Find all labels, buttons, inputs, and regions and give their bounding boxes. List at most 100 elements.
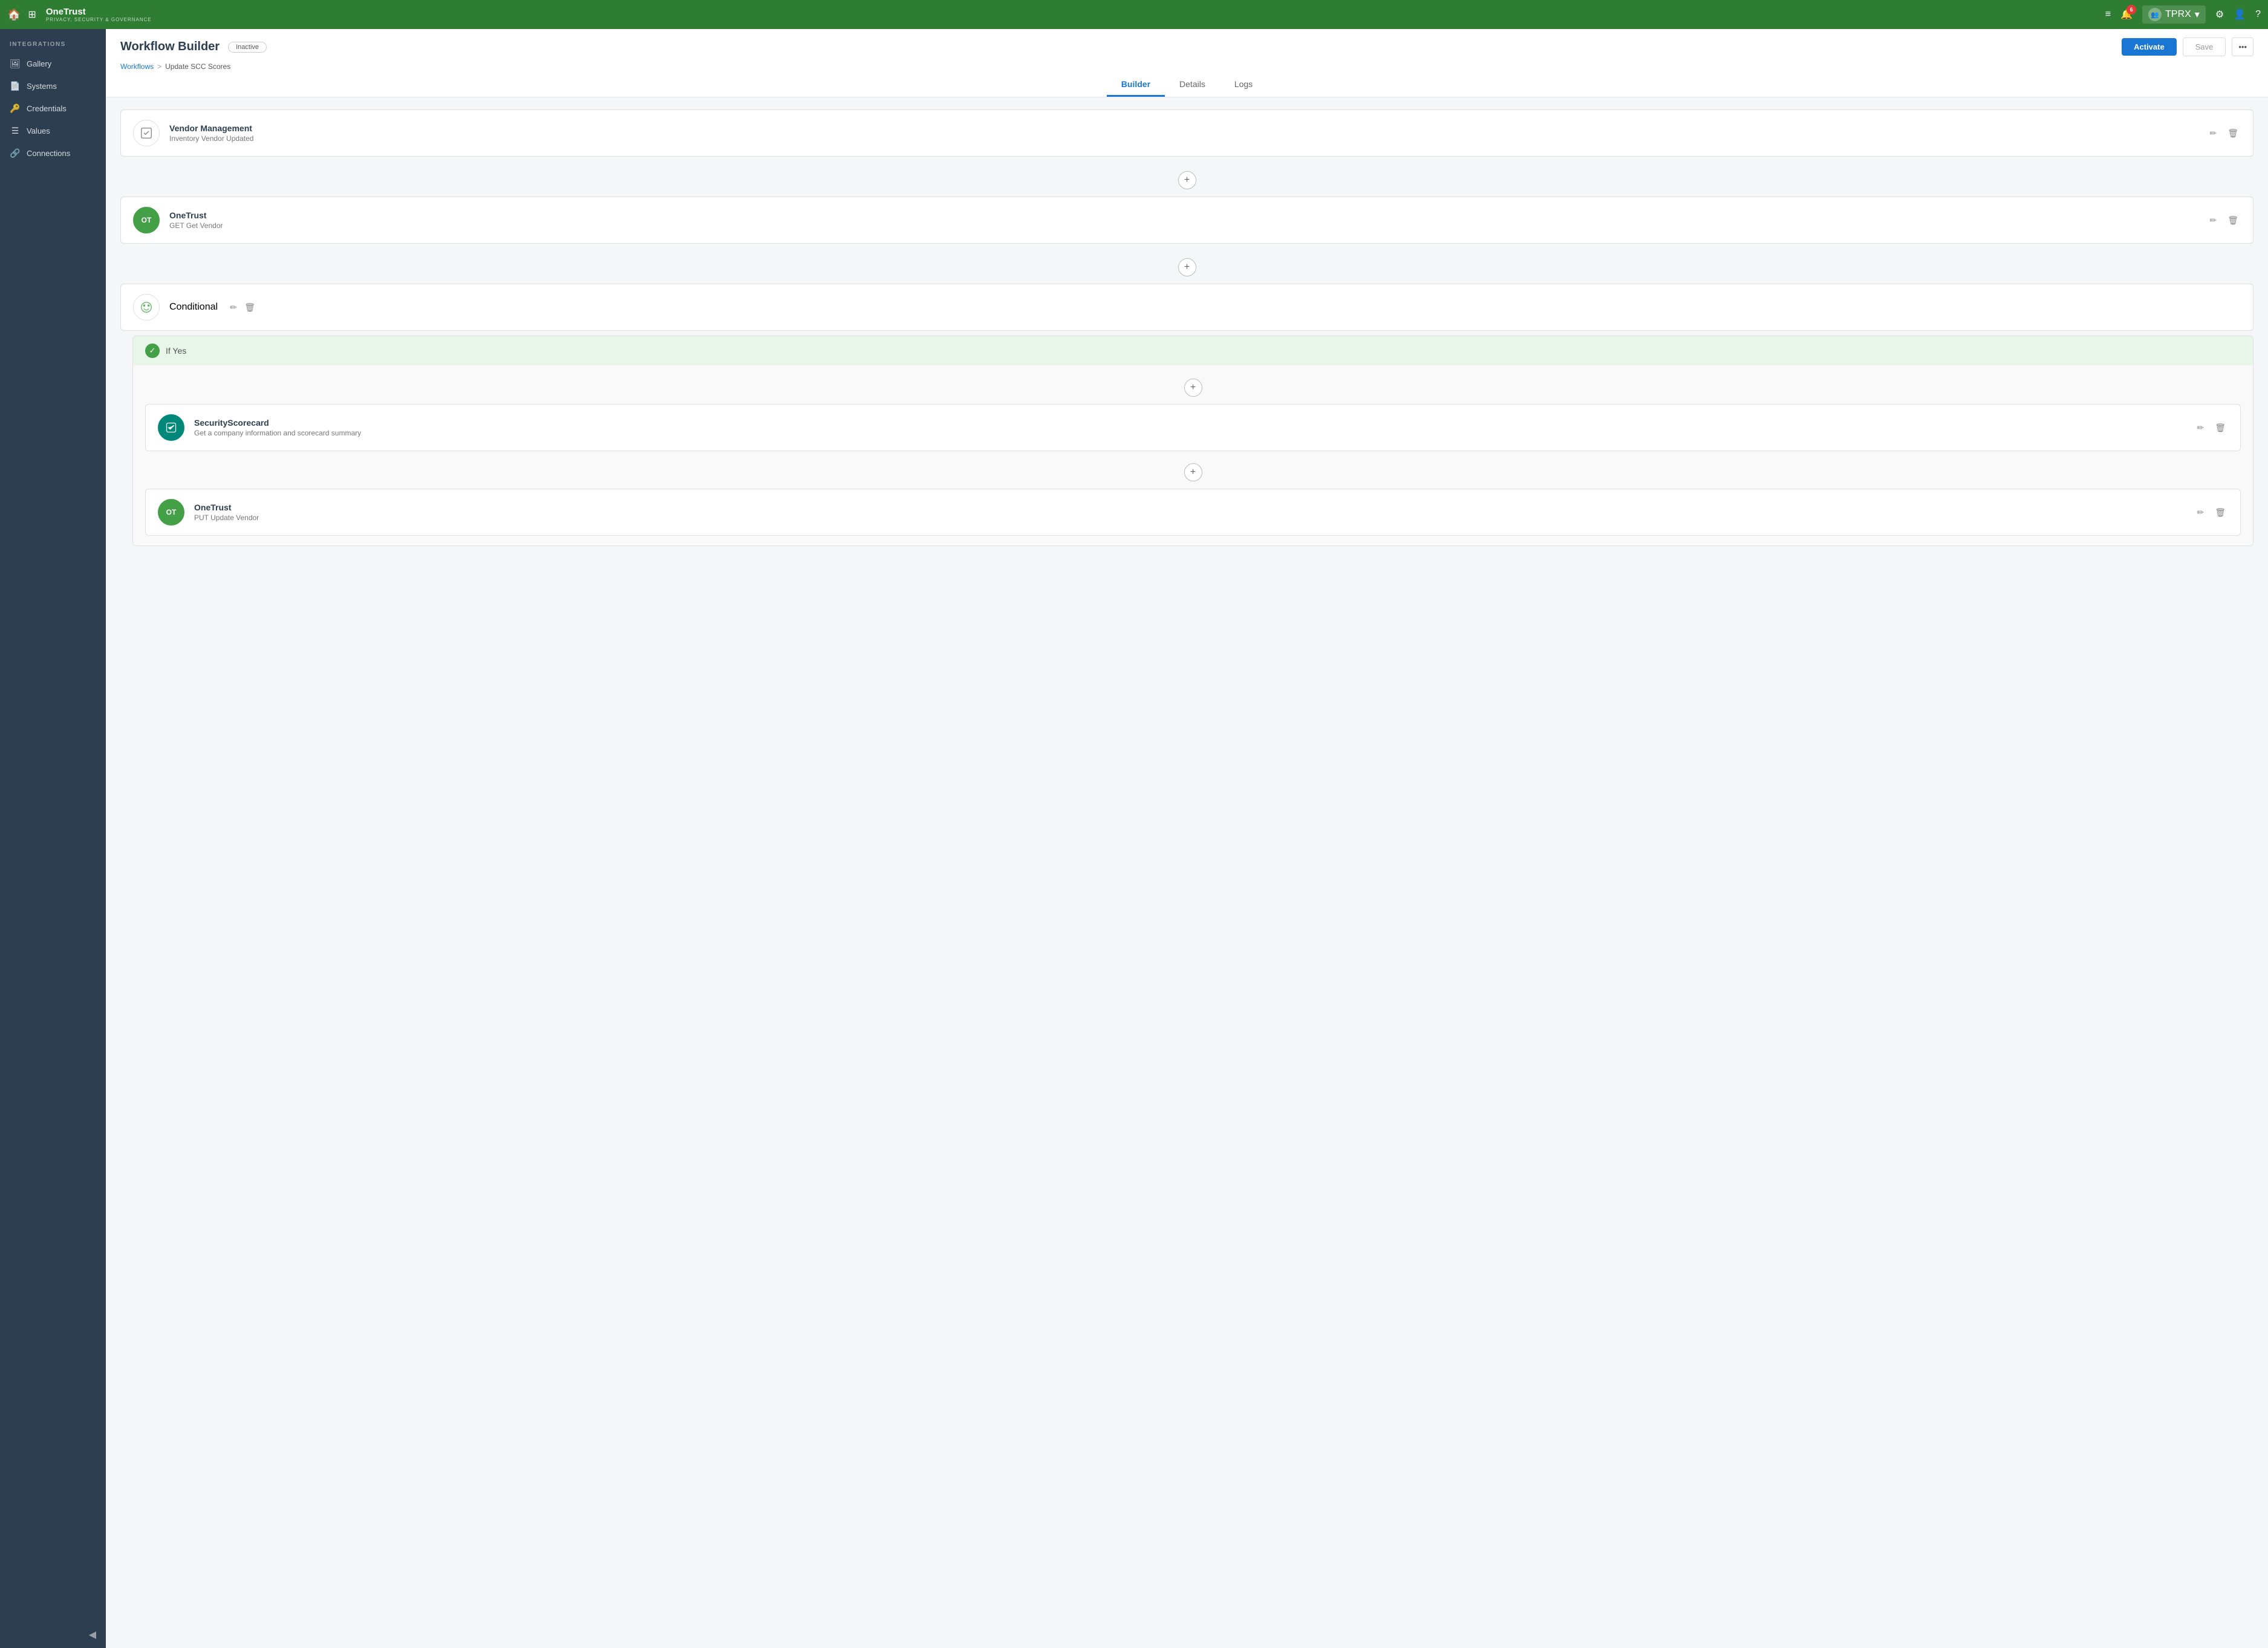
onetrust1-icon: OT: [133, 207, 160, 233]
onetrust1-delete-button[interactable]: 🗑: [2225, 213, 2241, 228]
vendor-management-icon: [133, 120, 160, 146]
credentials-icon: 🔑: [10, 103, 21, 114]
sidebar-item-connections[interactable]: 🔗 Connections: [0, 142, 106, 164]
values-icon: ☰: [10, 126, 21, 136]
user-area[interactable]: 👥 TPRX ▾: [2142, 5, 2206, 24]
onetrust1-card-title: OneTrust: [169, 210, 2197, 220]
sidebar-item-credentials[interactable]: 🔑 Credentials: [0, 97, 106, 120]
sidebar-item-systems[interactable]: 📄 Systems: [0, 75, 106, 97]
gallery-icon: 🖼: [10, 59, 21, 69]
branch-content: + Sec: [133, 365, 2253, 546]
workflow-card-scorecard: SecurityScorecard Get a company informat…: [145, 404, 2241, 451]
vendor-delete-button[interactable]: 🗑: [2225, 126, 2241, 141]
breadcrumb-current: Update SCC Scores: [165, 62, 230, 71]
onetrust2-card-subtitle: PUT Update Vendor: [194, 513, 2185, 522]
vendor-card-subtitle: Inventory Vendor Updated: [169, 134, 2197, 143]
step-conditional: Conditional ✏ 🗑 ✓ If Yes: [120, 284, 2253, 546]
activate-button[interactable]: Activate: [2122, 38, 2177, 56]
scorecard-card-info: SecurityScorecard Get a company informat…: [194, 418, 2185, 437]
user-label: TPRX: [2165, 9, 2191, 20]
onetrust2-icon: OT: [158, 499, 184, 526]
tab-logs[interactable]: Logs: [1220, 73, 1267, 97]
conditional-icon: [133, 294, 160, 321]
header-actions: Activate Save •••: [2122, 37, 2253, 56]
scorecard-card-title: SecurityScorecard: [194, 418, 2185, 428]
brand-logo: OneTrust PRIVACY, SECURITY & GOVERNANCE: [46, 7, 152, 22]
conditional-card: Conditional ✏ 🗑: [120, 284, 2253, 331]
onetrust1-card-subtitle: GET Get Vendor: [169, 221, 2197, 230]
step-onetrust-1: OT OneTrust GET Get Vendor ✏ 🗑: [120, 197, 2253, 244]
branch-add-step-button-2[interactable]: +: [1184, 463, 1202, 481]
add-step-button-1[interactable]: +: [1178, 171, 1196, 189]
scorecard-delete-button[interactable]: 🗑: [2212, 420, 2228, 435]
branch-header: ✓ If Yes: [133, 336, 2253, 365]
scorecard-icon: [158, 414, 184, 441]
branch-check-icon: ✓: [145, 344, 160, 358]
breadcrumb: Workflows > Update SCC Scores: [120, 62, 2253, 71]
sidebar-item-label-values: Values: [27, 126, 50, 135]
branch-if-yes-container: ✓ If Yes +: [132, 336, 2253, 546]
onetrust1-edit-button[interactable]: ✏: [2207, 213, 2219, 228]
sidebar: INTEGRATIONS 🖼 Gallery 📄 Systems 🔑 Crede…: [0, 29, 106, 1648]
conditional-delete-button[interactable]: 🗑: [242, 300, 258, 315]
grid-icon[interactable]: ⊞: [28, 8, 36, 21]
add-step-button-2[interactable]: +: [1178, 258, 1196, 276]
home-icon[interactable]: 🏠: [7, 8, 21, 21]
help-icon[interactable]: ?: [2255, 9, 2261, 20]
scorecard-card-actions: ✏ 🗑: [2194, 420, 2228, 435]
status-badge: Inactive: [228, 42, 267, 53]
sidebar-item-label-connections: Connections: [27, 149, 70, 158]
onetrust2-card-actions: ✏ 🗑: [2194, 505, 2228, 520]
scorecard-edit-button[interactable]: ✏: [2194, 420, 2206, 435]
breadcrumb-separator: >: [157, 62, 161, 71]
page-title: Workflow Builder: [120, 40, 220, 54]
nav-icons: ≡ 🔔 6 👥 TPRX ▾ ⚙ 👤 ?: [2105, 5, 2261, 24]
tab-details[interactable]: Details: [1165, 73, 1220, 97]
brand-subtitle: PRIVACY, SECURITY & GOVERNANCE: [46, 17, 152, 22]
sidebar-section-label: INTEGRATIONS: [0, 34, 106, 53]
connections-icon: 🔗: [10, 148, 21, 158]
sidebar-item-label-gallery: Gallery: [27, 59, 51, 68]
conditional-card-actions: ✏ 🗑: [227, 300, 258, 315]
vendor-card-actions: ✏ 🗑: [2207, 126, 2241, 141]
breadcrumb-parent[interactable]: Workflows: [120, 62, 154, 71]
step-vendor-management: Vendor Management Inventory Vendor Updat…: [120, 109, 2253, 157]
vendor-card-title: Vendor Management: [169, 123, 2197, 133]
tab-builder[interactable]: Builder: [1107, 73, 1165, 97]
title-row: Workflow Builder Inactive Activate Save …: [120, 37, 2253, 56]
onetrust2-delete-button[interactable]: 🗑: [2212, 505, 2228, 520]
onetrust2-edit-button[interactable]: ✏: [2194, 505, 2206, 520]
conditional-card-info: Conditional: [169, 302, 218, 313]
onetrust1-card-info: OneTrust GET Get Vendor: [169, 210, 2197, 230]
content-header: Workflow Builder Inactive Activate Save …: [106, 29, 2268, 97]
more-button[interactable]: •••: [2232, 37, 2253, 56]
gear-icon[interactable]: ⚙: [2215, 8, 2224, 21]
branch-add-step-1: +: [145, 371, 2241, 404]
list-icon[interactable]: ≡: [2105, 9, 2111, 20]
branch-add-step-button-1[interactable]: +: [1184, 379, 1202, 397]
onetrust2-card-info: OneTrust PUT Update Vendor: [194, 503, 2185, 522]
notification-badge: 6: [2126, 5, 2136, 15]
conditional-edit-button[interactable]: ✏: [227, 300, 240, 315]
vendor-card-info: Vendor Management Inventory Vendor Updat…: [169, 123, 2197, 143]
add-step-1: +: [120, 164, 2253, 197]
workflow-card-onetrust2: OT OneTrust PUT Update Vendor ✏ 🗑: [145, 489, 2241, 536]
scorecard-card-subtitle: Get a company information and scorecard …: [194, 429, 2185, 437]
tabs: Builder Details Logs: [120, 73, 2253, 97]
save-button[interactable]: Save: [2183, 37, 2226, 56]
person-icon[interactable]: 👤: [2234, 8, 2246, 21]
workflow-card-onetrust1: OT OneTrust GET Get Vendor ✏ 🗑: [120, 197, 2253, 244]
vendor-edit-button[interactable]: ✏: [2207, 126, 2219, 141]
sidebar-item-gallery[interactable]: 🖼 Gallery: [0, 53, 106, 75]
onetrust2-card-title: OneTrust: [194, 503, 2185, 512]
sidebar-item-values[interactable]: ☰ Values: [0, 120, 106, 142]
top-navigation: 🏠 ⊞ OneTrust PRIVACY, SECURITY & GOVERNA…: [0, 0, 2268, 29]
bell-icon[interactable]: 🔔 6: [2120, 8, 2133, 21]
brand-name: OneTrust: [46, 7, 152, 17]
builder-area: Vendor Management Inventory Vendor Updat…: [106, 97, 2268, 1648]
branch-if-yes: ✓ If Yes +: [132, 336, 2253, 546]
sidebar-collapse-button[interactable]: ◀: [0, 1621, 106, 1648]
user-team-icon: 👥: [2148, 8, 2162, 21]
conditional-card-title: Conditional: [169, 302, 218, 313]
branch-add-step-2: +: [145, 456, 2241, 489]
